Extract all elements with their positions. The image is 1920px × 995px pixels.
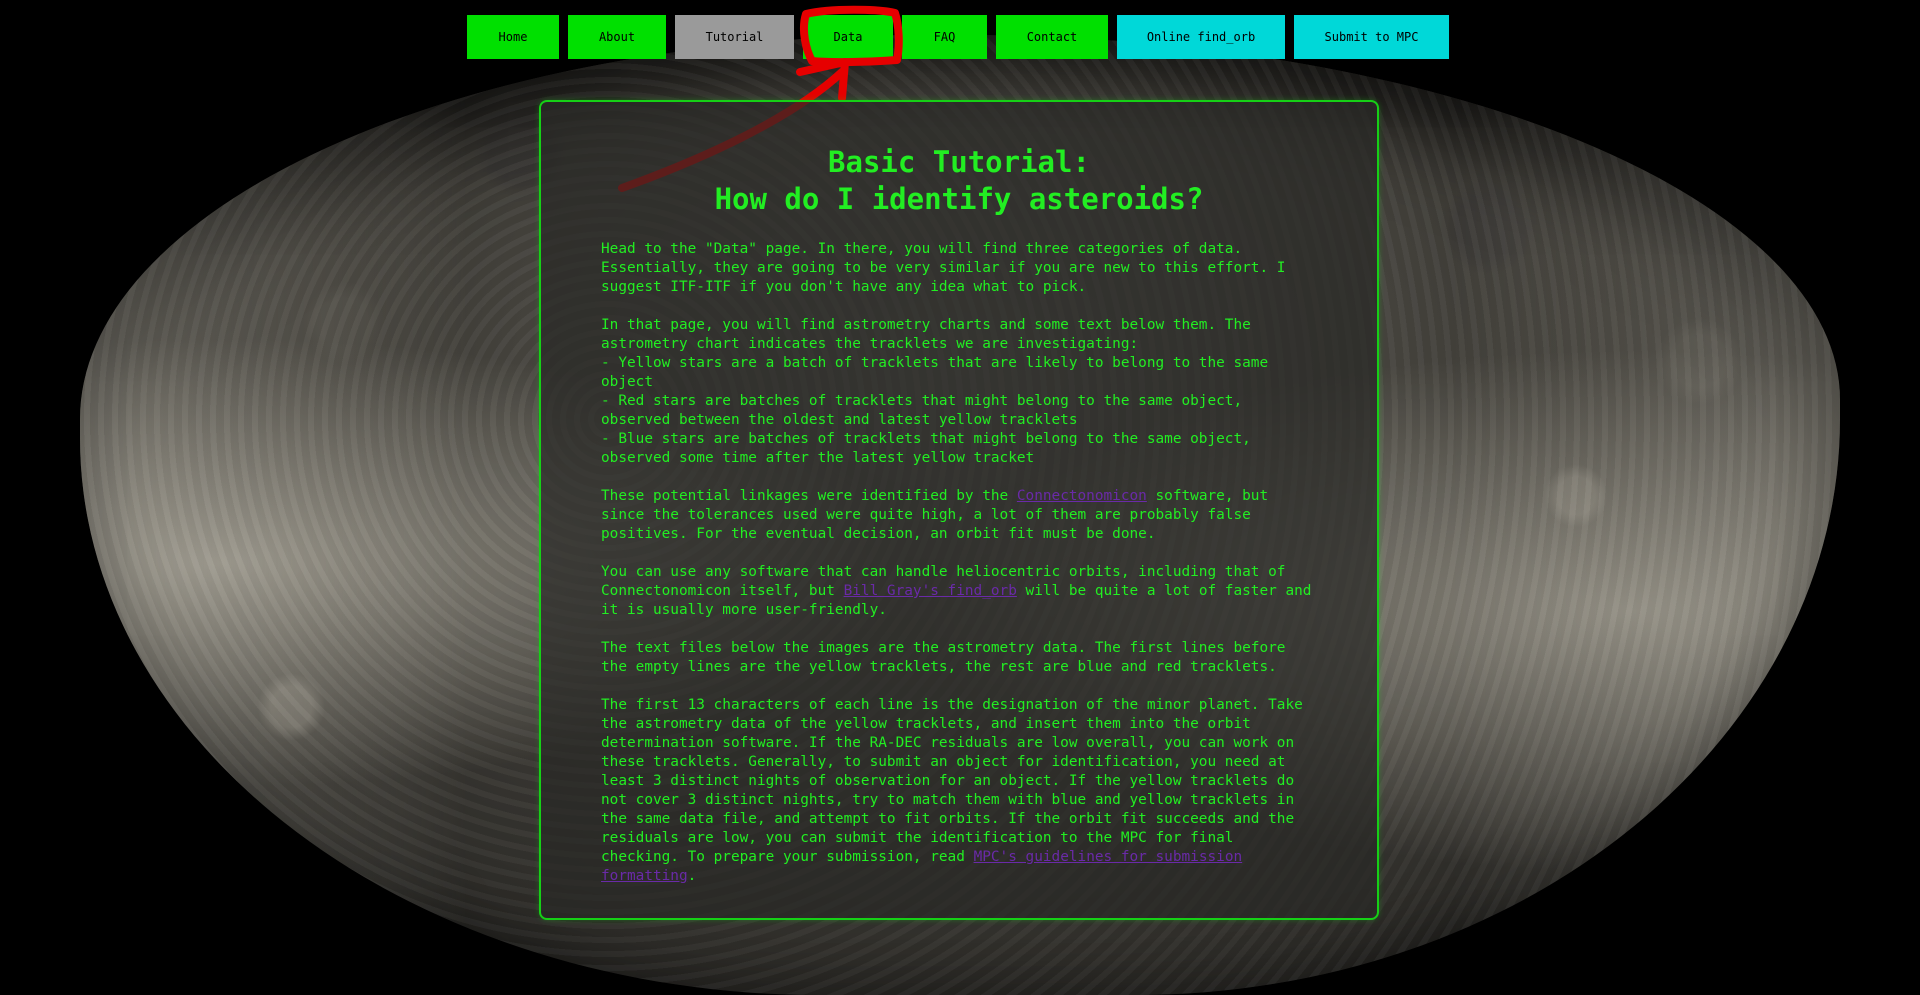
paragraph-linkages: These potential linkages were identified… (601, 487, 1319, 544)
chart-intro-text: In that page, you will find astrometry c… (601, 317, 1251, 352)
blue-stars-text: - Blue stars are batches of tracklets th… (601, 431, 1251, 466)
paragraph-data-page: Head to the "Data" page. In there, you w… (601, 241, 1286, 295)
tutorial-panel: Basic Tutorial: How do I identify astero… (539, 100, 1379, 920)
paragraph-software: You can use any software that can handle… (601, 563, 1319, 620)
page-title: Basic Tutorial: How do I identify astero… (541, 144, 1377, 218)
nav-about-button[interactable]: About (568, 15, 666, 59)
title-line-1: Basic Tutorial: (828, 145, 1090, 179)
linkages-text-before: These potential linkages were identified… (601, 488, 1017, 504)
paragraph-text-files: The text files below the images are the … (601, 640, 1286, 675)
nav-submit-mpc-button[interactable]: Submit to MPC (1294, 15, 1449, 59)
nav-online-find-orb-button[interactable]: Online find_orb (1117, 15, 1285, 59)
connectonomicon-link[interactable]: Connectonomicon (1017, 488, 1147, 504)
top-navigation: Home About Tutorial Data FAQ Contact Onl… (467, 15, 1449, 59)
nav-home-button[interactable]: Home (467, 15, 559, 59)
find-orb-link[interactable]: Bill Gray's find_orb (844, 583, 1017, 599)
nav-faq-button[interactable]: FAQ (902, 15, 987, 59)
yellow-stars-text: - Yellow stars are a batch of tracklets … (601, 355, 1269, 390)
title-line-2: How do I identify asteroids? (714, 182, 1204, 216)
nav-data-button[interactable]: Data (803, 15, 893, 59)
tutorial-body: Head to the "Data" page. In there, you w… (601, 240, 1319, 886)
paragraph-designation: The first 13 characters of each line is … (601, 696, 1319, 886)
nav-tutorial-button[interactable]: Tutorial (675, 15, 794, 59)
paragraph-astrometry-chart: In that page, you will find astrometry c… (601, 316, 1319, 468)
red-stars-text: - Red stars are batches of tracklets tha… (601, 393, 1243, 428)
designation-text-before: The first 13 characters of each line is … (601, 697, 1303, 865)
nav-contact-button[interactable]: Contact (996, 15, 1108, 59)
designation-text-after: . (687, 868, 697, 884)
